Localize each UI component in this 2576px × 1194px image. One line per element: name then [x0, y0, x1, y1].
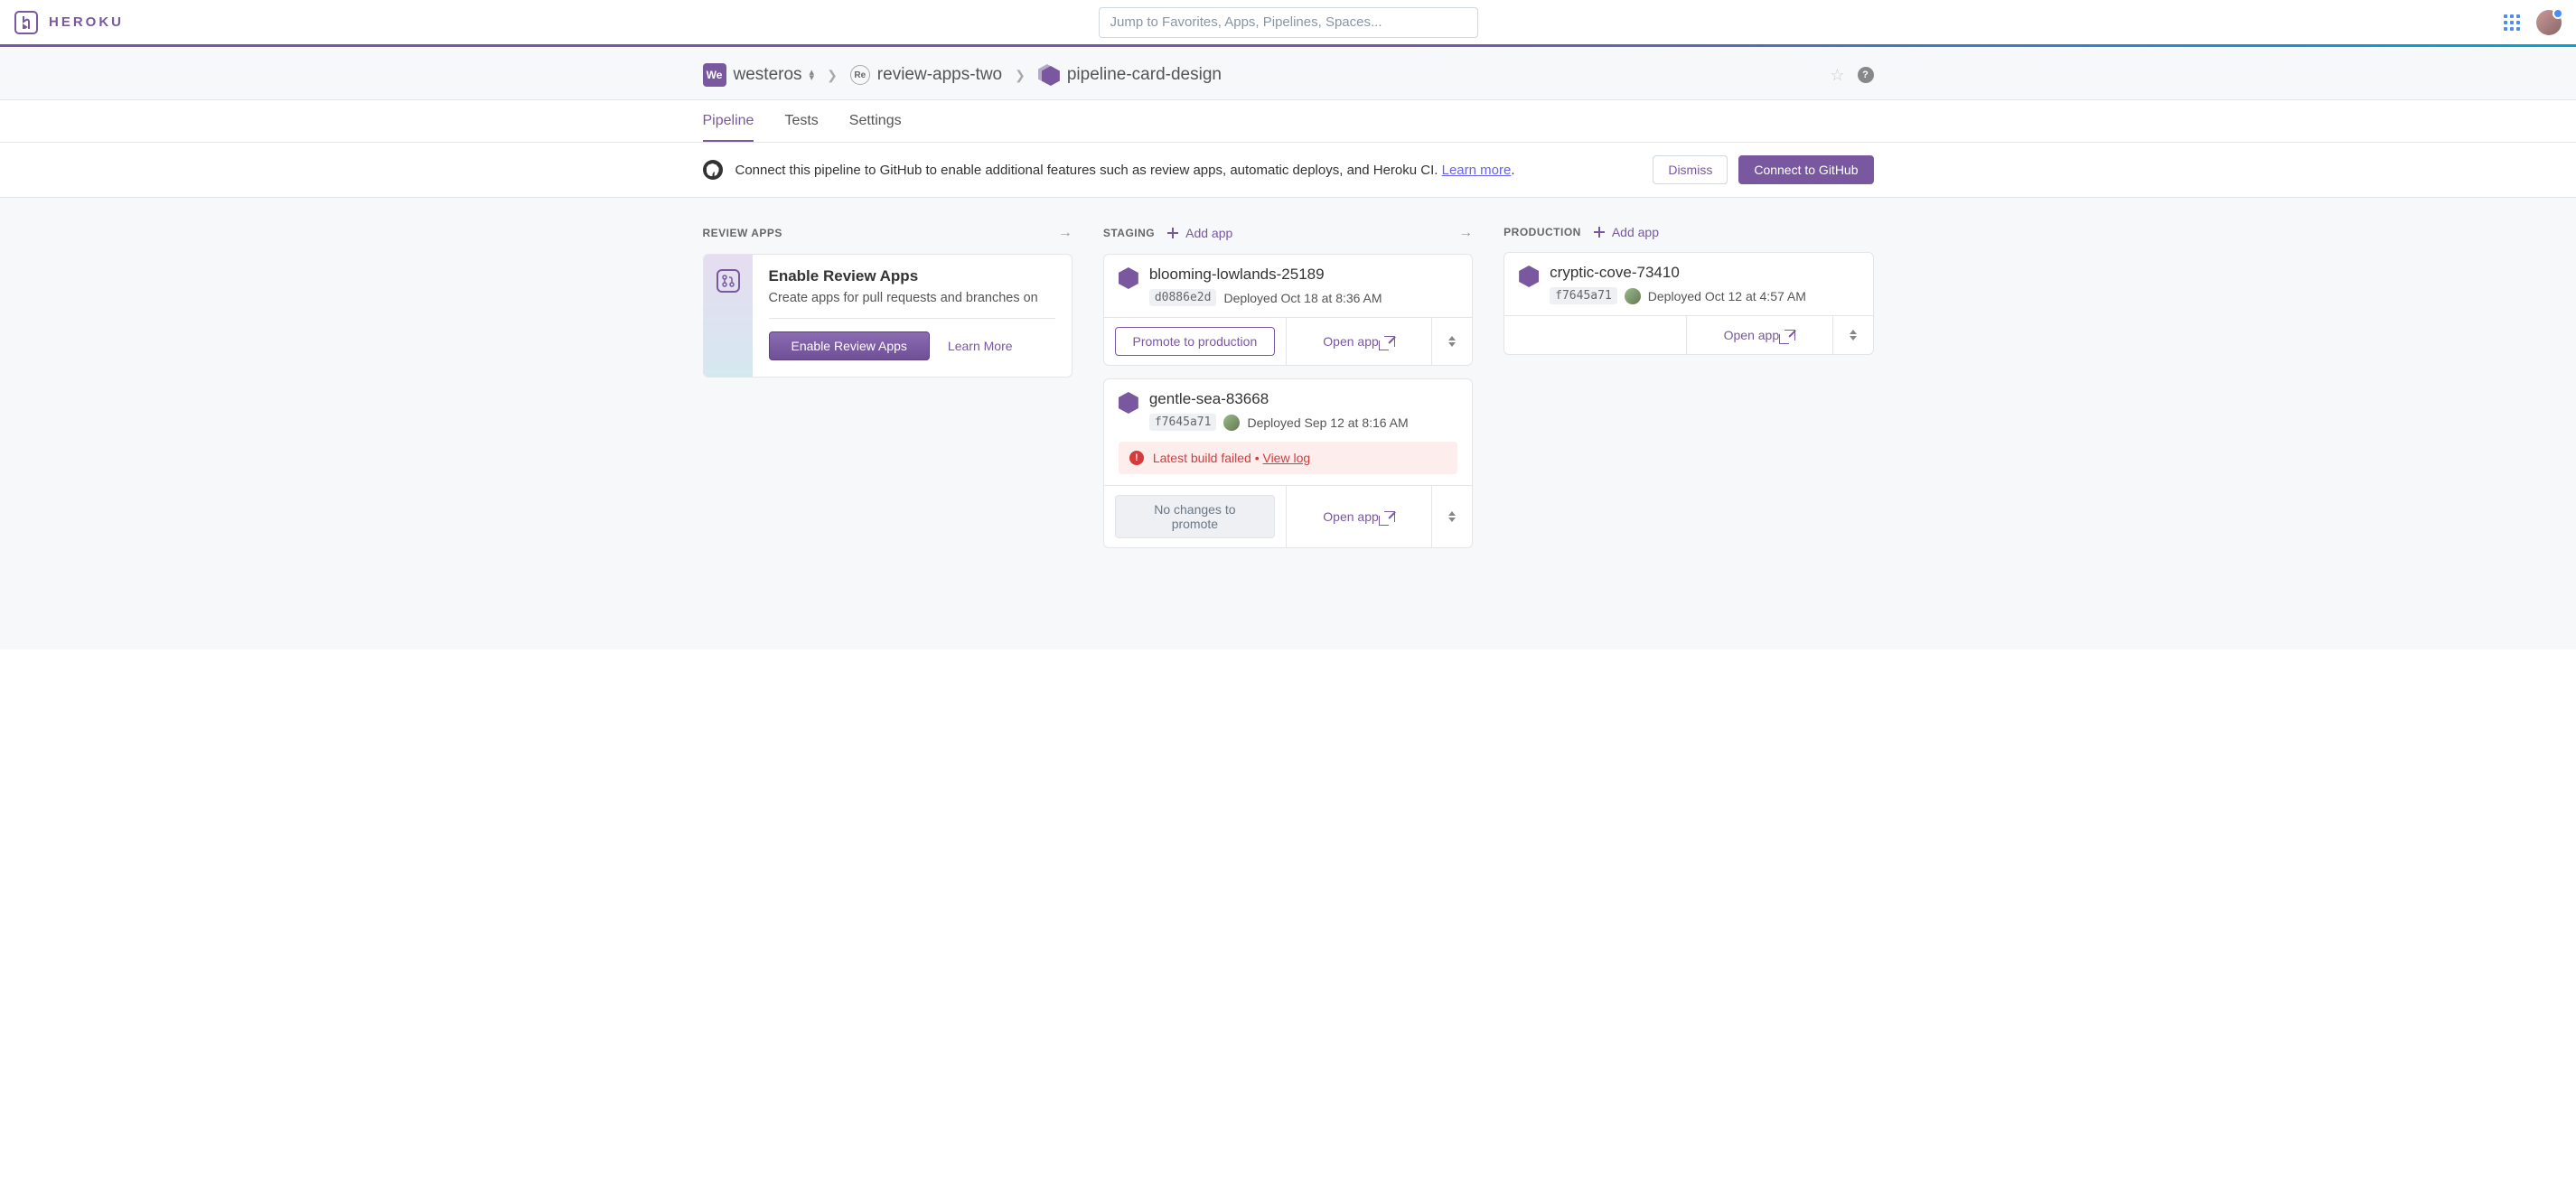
banner-learn-more-link[interactable]: Learn more [1442, 163, 1512, 178]
expand-icon [1448, 511, 1456, 522]
expand-icon [1448, 336, 1456, 347]
error-text: Latest build failed [1153, 451, 1251, 465]
connect-github-button[interactable]: Connect to GitHub [1738, 155, 1873, 184]
external-link-icon [1384, 336, 1395, 347]
logo[interactable]: HEROKU [14, 11, 124, 34]
help-icon[interactable]: ? [1858, 67, 1874, 83]
enable-review-apps-card: Enable Review Apps Create apps for pull … [703, 254, 1073, 378]
arrow-right-icon: → [1058, 225, 1073, 241]
app-card: blooming-lowlands-25189 d0886e2d Deploye… [1103, 254, 1473, 366]
error-icon: ! [1129, 451, 1144, 465]
committer-avatar [1625, 288, 1641, 304]
open-app-link[interactable]: Open app [1724, 328, 1796, 342]
enable-review-apps-button[interactable]: Enable Review Apps [769, 331, 930, 360]
pipeline-name: pipeline-card-design [1067, 65, 1222, 85]
open-app-link[interactable]: Open app [1323, 334, 1395, 349]
deployed-text: Deployed Oct 12 at 4:57 AM [1648, 289, 1806, 303]
deployed-text: Deployed Oct 18 at 8:36 AM [1223, 291, 1382, 305]
expand-icon [1850, 330, 1857, 340]
review-learn-more-link[interactable]: Learn More [948, 339, 1013, 353]
tabs-row: Pipeline Tests Settings [0, 100, 2576, 143]
tab-settings[interactable]: Settings [849, 100, 902, 142]
deployed-text: Deployed Sep 12 at 8:16 AM [1247, 415, 1408, 430]
add-production-app[interactable]: Add app [1592, 225, 1659, 239]
brand-name: HEROKU [49, 14, 124, 30]
github-icon [703, 160, 723, 180]
app-hex-icon [1119, 392, 1138, 414]
view-log-link[interactable]: View log [1262, 451, 1310, 465]
team-name: westeros [734, 65, 802, 85]
column-review-apps: REVIEW APPS → Enable Review Apps Create … [703, 225, 1073, 561]
app-card: cryptic-cove-73410 f7645a71 Deployed Oct… [1503, 252, 1873, 355]
column-production: PRODUCTION Add app cryptic-cove-73410 f7… [1503, 225, 1873, 561]
banner-text: Connect this pipeline to GitHub to enabl… [735, 163, 1515, 178]
app-name[interactable]: cryptic-cove-73410 [1550, 264, 1858, 282]
heroku-logo-icon [14, 11, 38, 34]
app-card: gentle-sea-83668 f7645a71 Deployed Sep 1… [1103, 378, 1473, 548]
breadcrumb: We westeros ▴▾ ❯ Re review-apps-two ❯ pi… [703, 47, 1874, 99]
breadcrumb-team[interactable]: We westeros ▴▾ [703, 63, 815, 87]
user-avatar[interactable] [2536, 10, 2562, 35]
pipeline-board: REVIEW APPS → Enable Review Apps Create … [0, 198, 2576, 649]
open-app-link[interactable]: Open app [1323, 509, 1395, 524]
promote-button-disabled: No changes to promote [1115, 495, 1275, 538]
column-staging: STAGING Add app → blooming-lowlands-2518… [1103, 225, 1473, 561]
chevron-right-icon: ❯ [1015, 68, 1026, 83]
space-name: review-apps-two [877, 65, 1002, 85]
committer-avatar [1223, 415, 1240, 431]
pull-request-icon [717, 269, 740, 293]
plus-icon [1166, 226, 1180, 240]
breadcrumb-space[interactable]: Re review-apps-two [850, 65, 1002, 85]
github-banner: Connect this pipeline to GitHub to enabl… [0, 143, 2576, 198]
global-search [1099, 7, 1478, 38]
team-switcher-icon[interactable]: ▴▾ [810, 70, 815, 80]
add-staging-app[interactable]: Add app [1166, 226, 1232, 240]
column-title: REVIEW APPS [703, 227, 782, 239]
app-name[interactable]: blooming-lowlands-25189 [1149, 266, 1457, 284]
dismiss-button[interactable]: Dismiss [1653, 155, 1728, 184]
team-badge: We [703, 63, 726, 87]
commit-hash[interactable]: f7645a71 [1149, 414, 1217, 431]
app-hex-icon [1519, 266, 1539, 287]
commit-hash[interactable]: d0886e2d [1149, 289, 1217, 306]
review-card-desc: Create apps for pull requests and branch… [769, 291, 1055, 305]
tab-tests[interactable]: Tests [784, 100, 818, 142]
chevron-right-icon: ❯ [827, 68, 838, 83]
external-link-icon [1384, 511, 1395, 522]
build-error-banner: ! Latest build failed • View log [1119, 442, 1457, 474]
plus-icon [1592, 225, 1606, 239]
tab-pipeline[interactable]: Pipeline [703, 100, 754, 142]
app-name[interactable]: gentle-sea-83668 [1149, 390, 1457, 408]
space-badge: Re [850, 65, 870, 85]
commit-hash[interactable]: f7645a71 [1550, 287, 1617, 304]
promote-button[interactable]: Promote to production [1115, 327, 1275, 356]
external-link-icon [1784, 330, 1795, 340]
favorite-star-icon[interactable]: ☆ [1830, 66, 1844, 85]
top-nav-right [2504, 10, 2562, 35]
review-card-title: Enable Review Apps [769, 267, 1055, 285]
app-more-menu[interactable] [1833, 316, 1873, 354]
app-more-menu[interactable] [1432, 486, 1472, 547]
app-more-menu[interactable] [1432, 318, 1472, 365]
breadcrumb-pipeline: pipeline-card-design [1038, 64, 1222, 86]
breadcrumb-bar: We westeros ▴▾ ❯ Re review-apps-two ❯ pi… [0, 47, 2576, 100]
tabs: Pipeline Tests Settings [703, 100, 1874, 142]
review-card-sidebar [704, 255, 753, 377]
app-hex-icon [1119, 267, 1138, 289]
column-title: STAGING [1103, 227, 1155, 239]
search-input[interactable] [1099, 7, 1478, 38]
app-launcher-icon[interactable] [2504, 14, 2520, 31]
column-title: PRODUCTION [1503, 226, 1581, 238]
arrow-right-icon: → [1458, 225, 1473, 241]
top-nav: HEROKU [0, 0, 2576, 47]
